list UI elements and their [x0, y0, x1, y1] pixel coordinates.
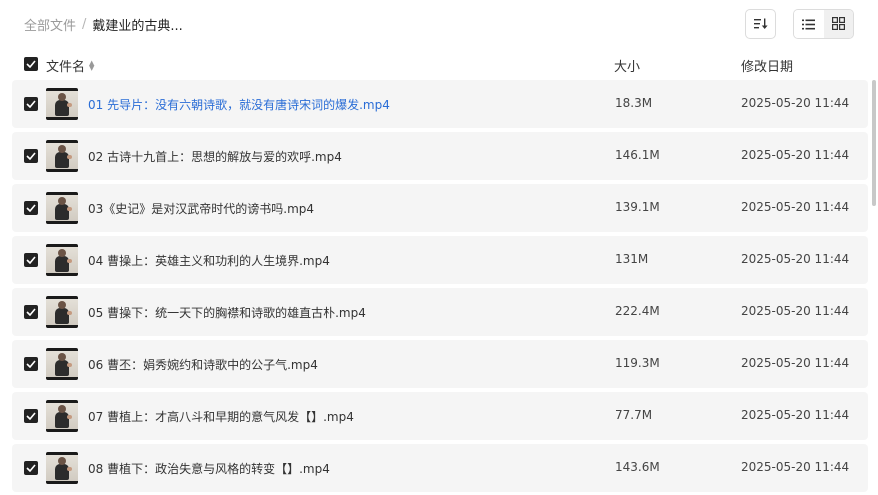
file-row[interactable]: 04 曹操上：英雄主义和功利的人生境界.mp4 131M 2025-05-20 11…	[12, 236, 868, 284]
file-size: 146.1M	[615, 148, 660, 162]
view-toggle	[793, 9, 854, 39]
sort-button[interactable]	[745, 9, 776, 39]
video-thumbnail[interactable]	[46, 452, 78, 484]
top-bar: 全部文件 / 戴建业的古典...	[0, 0, 878, 48]
row-checkbox[interactable]	[24, 409, 38, 423]
row-checkbox[interactable]	[24, 97, 38, 111]
file-row[interactable]: 07 曹植上：才高八斗和早期的意气风发【】.mp4 77.7M 2025-05-20…	[12, 392, 868, 440]
file-size: 139.1M	[615, 200, 660, 214]
file-date: 2025-05-20 11:44	[741, 252, 850, 266]
breadcrumb-separator: /	[82, 17, 87, 32]
file-date: 2025-05-20 11:44	[741, 304, 850, 318]
scrollbar-thumb[interactable]	[872, 80, 876, 206]
file-date: 2025-05-20 11:44	[741, 408, 850, 422]
video-thumbnail[interactable]	[46, 192, 78, 224]
file-name[interactable]: 07 曹植上：才高八斗和早期的意气风发【】.mp4	[88, 408, 354, 425]
breadcrumb: 全部文件 / 戴建业的古典...	[24, 15, 183, 34]
file-row[interactable]: 01 先导片：没有六朝诗歌，就没有唐诗宋词的爆发.mp4 18.3M 2025-05…	[12, 80, 868, 128]
file-date: 2025-05-20 11:44	[741, 460, 850, 474]
grid-view-button[interactable]	[823, 10, 853, 38]
file-date: 2025-05-20 11:44	[741, 96, 850, 110]
video-thumbnail[interactable]	[46, 88, 78, 120]
select-all-checkbox[interactable]	[24, 57, 38, 71]
row-checkbox[interactable]	[24, 253, 38, 267]
list-view-icon	[802, 15, 816, 34]
file-date: 2025-05-20 11:44	[741, 356, 850, 370]
file-size: 131M	[615, 252, 649, 266]
sort-arrows-icon: ▲ ▼	[89, 58, 95, 72]
video-thumbnail[interactable]	[46, 400, 78, 432]
video-thumbnail[interactable]	[46, 348, 78, 380]
file-list: 01 先导片：没有六朝诗歌，就没有唐诗宋词的爆发.mp4 18.3M 2025-05…	[12, 80, 868, 495]
file-name[interactable]: 05 曹操下：统一天下的胸襟和诗歌的雄直古朴.mp4	[88, 304, 366, 321]
row-checkbox[interactable]	[24, 461, 38, 475]
file-row[interactable]: 05 曹操下：统一天下的胸襟和诗歌的雄直古朴.mp4 222.4M 2025-05-…	[12, 288, 868, 336]
sort-icon	[753, 15, 768, 34]
row-checkbox[interactable]	[24, 305, 38, 319]
list-view-button[interactable]	[794, 10, 824, 38]
file-date: 2025-05-20 11:44	[741, 200, 850, 214]
video-thumbnail[interactable]	[46, 244, 78, 276]
video-thumbnail[interactable]	[46, 140, 78, 172]
file-size: 222.4M	[615, 304, 660, 318]
column-header-row: 文件名 ▲ ▼ 大小 修改日期	[0, 50, 878, 78]
column-header-name[interactable]: 文件名 ▲ ▼	[46, 56, 94, 75]
column-header-date[interactable]: 修改日期	[741, 56, 793, 75]
file-name[interactable]: 04 曹操上：英雄主义和功利的人生境界.mp4	[88, 252, 330, 269]
file-size: 18.3M	[615, 96, 653, 110]
video-thumbnail[interactable]	[46, 296, 78, 328]
file-size: 143.6M	[615, 460, 660, 474]
column-header-name-label: 文件名	[46, 60, 86, 75]
grid-view-icon	[831, 15, 845, 34]
file-row[interactable]: 03《史记》是对汉武帝时代的谤书吗.mp4 139.1M 2025-05-20 11…	[12, 184, 868, 232]
row-checkbox[interactable]	[24, 149, 38, 163]
file-name[interactable]: 06 曹丕：娟秀婉约和诗歌中的公子气.mp4	[88, 356, 318, 373]
file-size: 77.7M	[615, 408, 653, 422]
breadcrumb-root-link[interactable]: 全部文件	[24, 15, 76, 34]
file-name[interactable]: 03《史记》是对汉武帝时代的谤书吗.mp4	[88, 200, 314, 217]
file-row[interactable]: 08 曹植下：政治失意与风格的转变【】.mp4 143.6M 2025-05-20 …	[12, 444, 868, 492]
file-name[interactable]: 01 先导片：没有六朝诗歌，就没有唐诗宋词的爆发.mp4	[88, 96, 390, 113]
column-header-size[interactable]: 大小	[614, 56, 640, 75]
file-date: 2025-05-20 11:44	[741, 148, 850, 162]
file-row[interactable]: 06 曹丕：娟秀婉约和诗歌中的公子气.mp4 119.3M 2025-05-20 1…	[12, 340, 868, 388]
file-row[interactable]: 02 古诗十九首上：思想的解放与爱的欢呼.mp4 146.1M 2025-05-20…	[12, 132, 868, 180]
file-size: 119.3M	[615, 356, 660, 370]
row-checkbox[interactable]	[24, 201, 38, 215]
row-checkbox[interactable]	[24, 357, 38, 371]
file-name[interactable]: 08 曹植下：政治失意与风格的转变【】.mp4	[88, 460, 330, 477]
file-name[interactable]: 02 古诗十九首上：思想的解放与爱的欢呼.mp4	[88, 148, 342, 165]
breadcrumb-current-folder: 戴建业的古典...	[92, 19, 183, 34]
